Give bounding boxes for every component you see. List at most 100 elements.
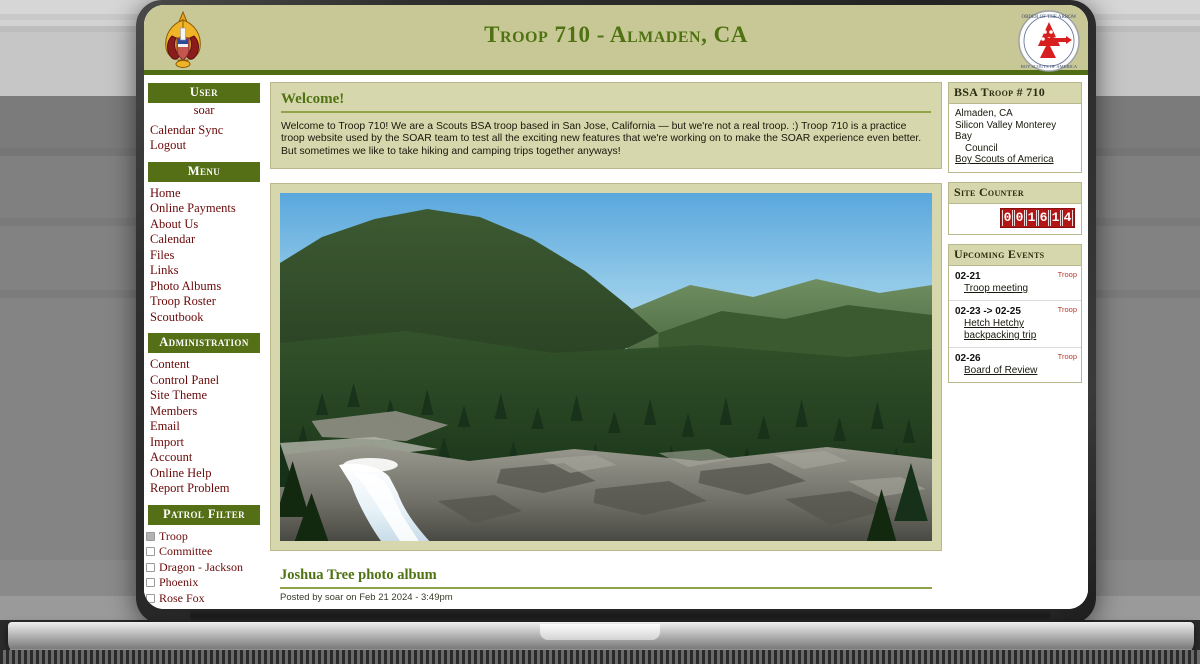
patrol-label: Dragon - Jackson	[159, 559, 243, 574]
list-item: Calendar	[148, 232, 260, 248]
patrol-label: Troop	[159, 528, 188, 543]
current-username: soar	[193, 103, 215, 117]
order-of-the-arrow-icon: ORDER OF THE ARROW BOY SCOUTS OF AMERICA	[1018, 10, 1080, 72]
list-item[interactable]: Troop	[146, 528, 260, 545]
welcome-body: Welcome to Troop 710! We are a Scouts BS…	[281, 121, 922, 157]
checkbox-troop[interactable]	[146, 531, 155, 541]
event-tag: Troop	[1057, 351, 1077, 361]
mountain-valley-waterfall-photo[interactable]	[280, 193, 932, 542]
checkbox-committee[interactable]	[146, 547, 155, 557]
patrol-label: Rose Fox	[159, 590, 205, 605]
event-tag: Troop	[1057, 304, 1077, 314]
list-item: Report Problem	[148, 481, 260, 497]
site-body: User soar Calendar Sync Logout Menu Home…	[144, 75, 1088, 609]
list-item: Members	[148, 404, 260, 420]
sidebar-item-email[interactable]: Email	[148, 419, 260, 435]
sidebar-item-content[interactable]: Content	[148, 357, 260, 373]
sidebar-item-logout[interactable]: Logout	[148, 138, 260, 154]
list-item[interactable]: Rose Fox	[146, 590, 260, 607]
counter-digit: 6	[1038, 209, 1049, 226]
sidebar-item-photo-albums[interactable]: Photo Albums	[148, 279, 260, 295]
list-item: Site Theme	[148, 388, 260, 404]
sidebar-item-about-us[interactable]: About Us	[148, 217, 260, 233]
patrol-label: Committee	[159, 544, 213, 558]
list-item[interactable]: Shark	[148, 606, 260, 609]
sidebar-item-calendar[interactable]: Calendar	[148, 232, 260, 248]
counter-digit: 4	[1062, 209, 1073, 226]
list-item: Logout	[148, 138, 260, 154]
sidebar-item-import[interactable]: Import	[148, 435, 260, 451]
sidebar-item-online-payments[interactable]: Online Payments	[148, 201, 260, 217]
sidebar-item-troop-roster[interactable]: Troop Roster	[148, 294, 260, 310]
post-card: Joshua Tree photo album Posted by soar o…	[270, 563, 942, 604]
patrol-label: Phoenix	[159, 575, 199, 589]
list-item: Troop 02-26 Board of Review	[949, 348, 1081, 382]
event-tag: Troop	[1057, 269, 1077, 279]
right-sidebar: BSA Troop # 710 Almaden, CA Silicon Vall…	[948, 75, 1088, 609]
welcome-card: Welcome! Welcome to Troop 710! We are a …	[270, 82, 942, 170]
event-title-link[interactable]: Hetch Hetchy backpacking trip	[955, 318, 1075, 342]
page-title: Troop 710 - Almaden, CA	[484, 22, 748, 47]
checkbox-phoenix[interactable]	[146, 578, 155, 588]
event-title-link[interactable]: Troop meeting	[955, 283, 1075, 295]
troop-council: Silicon Valley Monterey Bay	[955, 119, 1057, 143]
sidebar-item-links[interactable]: Links	[148, 263, 260, 279]
site-header: Troop 710 - Almaden, CA ORDER OF THE ARR…	[144, 5, 1088, 75]
counter-digit: 0	[1014, 209, 1025, 226]
sidebar-item-account[interactable]: Account	[148, 450, 260, 466]
counter-digit: 1	[1050, 209, 1061, 226]
site-counter-heading: Site Counter	[949, 182, 1081, 204]
list-item: Online Payments	[148, 201, 260, 217]
counter-digit: 0	[1002, 209, 1013, 226]
sidebar-item-home[interactable]: Home	[148, 186, 260, 202]
troop-council-cont: Council	[965, 142, 998, 154]
sidebar-item-control-panel[interactable]: Control Panel	[148, 373, 260, 389]
list-item: Calendar Sync	[148, 123, 260, 139]
list-item: Control Panel	[148, 373, 260, 389]
list-item[interactable]: Phoenix	[146, 575, 260, 591]
sidebar-item-members[interactable]: Members	[148, 404, 260, 420]
event-title-link[interactable]: Board of Review	[955, 365, 1075, 377]
patrol-label: Shark	[159, 606, 187, 609]
list-item[interactable]: Dragon - Jackson	[146, 559, 260, 576]
list-item: About Us	[148, 217, 260, 233]
list-item: Scoutbook	[148, 310, 260, 326]
sidebar-item-report-problem[interactable]: Report Problem	[148, 481, 260, 497]
list-item: Troop Roster	[148, 294, 260, 310]
bsa-troop-box: BSA Troop # 710 Almaden, CA Silicon Vall…	[948, 82, 1082, 173]
list-item: Email	[148, 419, 260, 435]
checkbox-rose-fox[interactable]	[146, 593, 155, 603]
site-counter-value: 001614	[949, 204, 1081, 234]
sidebar-item-calendar-sync[interactable]: Calendar Sync	[148, 123, 260, 139]
sidebar-item-files[interactable]: Files	[148, 248, 260, 264]
laptop-foot-vents	[0, 650, 1200, 664]
welcome-title: Welcome!	[281, 91, 931, 113]
list-item[interactable]: Committee	[146, 544, 260, 560]
list-item: Account	[148, 450, 260, 466]
counter-digit-group: 001614	[1000, 207, 1075, 228]
counter-digit: 1	[1026, 209, 1037, 226]
sidebar-item-scoutbook[interactable]: Scoutbook	[148, 310, 260, 326]
site-counter-box: Site Counter 001614	[948, 181, 1082, 235]
list-item: Troop 02-23 -> 02-25 Hetch Hetchy backpa…	[949, 301, 1081, 348]
checkbox-dragon-jackson[interactable]	[146, 562, 155, 572]
administration-panel-heading: Administration	[148, 333, 260, 353]
boy-scouts-of-america-link[interactable]: Boy Scouts of America	[955, 154, 1075, 166]
main-content: Welcome! Welcome to Troop 710! We are a …	[264, 75, 948, 609]
list-item: Import	[148, 435, 260, 451]
list-item: Photo Albums	[148, 279, 260, 295]
patrol-filter-heading: Patrol Filter	[148, 504, 260, 525]
laptop-trackpad-notch	[540, 624, 660, 640]
list-item: Online Help	[148, 466, 260, 482]
post-title[interactable]: Joshua Tree photo album	[280, 567, 932, 590]
sidebar-item-site-theme[interactable]: Site Theme	[148, 388, 260, 404]
patrol-filter-list: Troop Committee Dragon - Jackson Phoenix	[146, 528, 260, 609]
laptop-screen: Troop 710 - Almaden, CA ORDER OF THE ARR…	[144, 5, 1088, 609]
svg-text:ORDER OF THE ARROW: ORDER OF THE ARROW	[1021, 15, 1076, 20]
bsa-troop-body: Almaden, CA Silicon Valley Monterey Bay …	[949, 104, 1081, 172]
left-sidebar: User soar Calendar Sync Logout Menu Home…	[144, 75, 264, 609]
sidebar-item-online-help[interactable]: Online Help	[148, 466, 260, 482]
menu-panel-heading: Menu	[148, 161, 260, 182]
list-item: Content	[148, 357, 260, 373]
photo-card	[270, 183, 942, 552]
